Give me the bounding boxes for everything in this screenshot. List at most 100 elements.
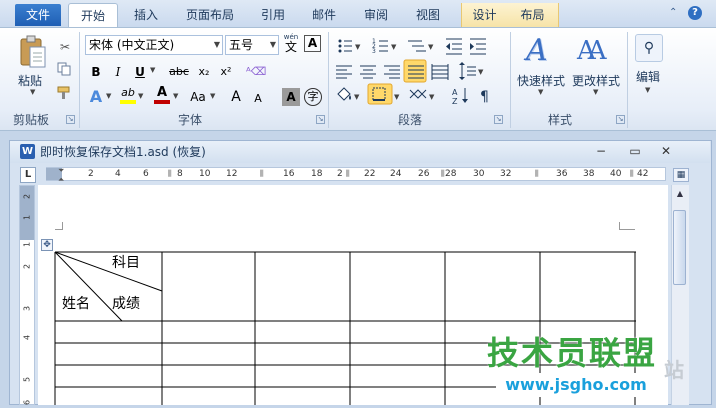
tab-mailings[interactable]: 邮件 <box>306 3 342 28</box>
column-marker-icon[interactable]: ⫼ <box>168 169 172 179</box>
column-marker-icon[interactable]: ⫼ <box>630 169 634 179</box>
paste-button[interactable]: 粘贴 <box>18 72 42 89</box>
shading-icon[interactable]: ▼ <box>337 87 360 101</box>
change-styles-button[interactable]: 更改样式 <box>572 72 620 89</box>
column-marker-icon[interactable]: ⫼ <box>441 169 445 179</box>
editing-dropdown-icon[interactable]: ▼ <box>645 86 650 94</box>
view-ruler-icon[interactable]: ▦ <box>673 168 689 182</box>
enclose-character-button[interactable]: 字 <box>304 88 322 106</box>
font-color-button[interactable]: A <box>152 86 172 106</box>
underline-button[interactable]: U <box>130 62 150 82</box>
column-marker-icon[interactable]: ⫼ <box>346 169 350 179</box>
text-highlight-color-button[interactable]: ab <box>118 86 138 106</box>
paste-icon[interactable] <box>18 35 48 71</box>
ruler-number: 38 <box>583 169 595 179</box>
font-dialog-launcher-icon[interactable]: ↘ <box>316 115 325 124</box>
tab-insert[interactable]: 插入 <box>128 3 164 28</box>
quick-styles-button[interactable]: 快速样式 <box>517 72 565 89</box>
increase-indent-icon[interactable] <box>470 38 486 55</box>
enclose-characters-icon[interactable]: A <box>304 35 321 52</box>
clipboard-dialog-launcher-icon[interactable]: ↘ <box>66 115 75 124</box>
show-hide-marks-icon[interactable]: ¶ <box>480 89 489 105</box>
quick-styles-dropdown-icon[interactable]: ▼ <box>538 88 543 96</box>
change-case-dropdown-icon[interactable]: ▼ <box>210 92 215 100</box>
shrink-font-button[interactable]: A <box>248 89 268 109</box>
table-move-handle-icon[interactable]: ✥ <box>41 239 53 251</box>
column-marker-icon[interactable]: ⫼ <box>535 169 539 179</box>
distributed-icon[interactable] <box>431 64 449 80</box>
phonetic-guide-icon[interactable]: wén 文 <box>281 33 301 55</box>
cut-icon[interactable]: ✂ <box>55 37 75 57</box>
tab-page-layout[interactable]: 页面布局 <box>180 3 240 28</box>
column-marker-icon[interactable]: ⫼ <box>260 169 264 179</box>
tab-layout[interactable]: 布局 <box>507 3 559 28</box>
copy-icon[interactable] <box>57 62 71 76</box>
bold-button[interactable]: B <box>86 62 106 82</box>
help-icon[interactable]: ? <box>688 6 702 20</box>
align-right-icon[interactable] <box>384 65 400 79</box>
chinese-layout-icon[interactable]: ▼ <box>409 89 435 101</box>
styles-dialog-launcher-icon[interactable]: ↘ <box>616 115 625 124</box>
restore-icon[interactable]: ▭ <box>625 143 645 159</box>
group-divider <box>627 32 628 128</box>
borders-dropdown-icon[interactable]: ▼ <box>394 93 400 101</box>
align-left-icon[interactable] <box>336 65 352 79</box>
minimize-icon[interactable]: − <box>591 143 611 159</box>
subscript-button[interactable]: x₂ <box>194 62 214 82</box>
font-color-dropdown-icon[interactable]: ▼ <box>173 92 178 100</box>
font-family-select[interactable]: 宋体 (中文正文) ▼ <box>85 35 223 55</box>
tab-references[interactable]: 引用 <box>255 3 291 28</box>
change-case-button[interactable]: Aa <box>186 87 210 107</box>
change-styles-icon[interactable]: AA <box>577 34 613 68</box>
sort-icon[interactable]: AZ <box>452 88 468 106</box>
ruler-number: 36 <box>556 169 568 179</box>
binoculars-icon[interactable]: ⚲ <box>635 34 663 62</box>
ruler-number: 6 <box>143 169 149 179</box>
line-spacing-icon[interactable]: ▼ <box>459 62 484 80</box>
font-size-select[interactable]: 五号 ▼ <box>225 35 279 55</box>
svg-text:▼: ▼ <box>355 43 361 51</box>
text-effects-button[interactable]: A <box>86 87 106 107</box>
tab-review[interactable]: 审阅 <box>358 3 394 28</box>
ruler-number: 12 <box>226 169 238 179</box>
tab-selector[interactable]: L <box>20 167 36 183</box>
format-painter-icon[interactable] <box>56 86 72 100</box>
scrollbar-thumb[interactable] <box>673 210 686 285</box>
tab-design[interactable]: 设计 <box>461 3 507 28</box>
numbering-icon[interactable]: 123▼ <box>372 38 397 55</box>
tab-view[interactable]: 视图 <box>410 3 446 28</box>
phonetic-char: 文 <box>284 40 297 54</box>
scroll-up-icon[interactable]: ▲ <box>672 186 688 202</box>
tab-file[interactable]: 文件 <box>15 4 61 26</box>
character-shading-button[interactable]: A <box>282 88 300 106</box>
paste-dropdown-arrow-icon[interactable]: ▼ <box>30 88 35 96</box>
grow-font-button[interactable]: A <box>226 87 246 107</box>
watermark-url: www.jsgho.com <box>496 373 656 397</box>
highlight-dropdown-icon[interactable]: ▼ <box>138 92 143 100</box>
align-center-icon[interactable] <box>360 65 376 79</box>
font-color-glyph: A <box>156 85 168 100</box>
left-indent-marker-icon[interactable]: ⏶ <box>58 175 64 185</box>
paragraph-dialog-launcher-icon[interactable]: ↘ <box>494 115 503 124</box>
multilevel-list-icon[interactable]: ▼ <box>408 40 434 52</box>
change-styles-dropdown-icon[interactable]: ▼ <box>593 88 598 96</box>
superscript-button[interactable]: x² <box>216 62 236 82</box>
horizontal-ruler[interactable] <box>46 167 666 181</box>
italic-button[interactable]: I <box>108 62 128 82</box>
clear-formatting-icon[interactable]: ᴬ⌫ <box>246 62 266 82</box>
highlight-glyph: ab <box>121 86 135 99</box>
text-effects-dropdown-icon[interactable]: ▼ <box>106 92 111 100</box>
minimize-ribbon-icon[interactable]: ⌃ <box>669 7 677 18</box>
svg-text:¶: ¶ <box>480 89 489 105</box>
close-icon[interactable]: ✕ <box>656 143 676 159</box>
vertical-ruler-number: 4 <box>22 334 32 341</box>
justify-button-active[interactable] <box>403 59 427 83</box>
decrease-indent-icon[interactable] <box>446 38 462 55</box>
font-family-value: 宋体 (中文正文) <box>89 38 175 52</box>
quick-styles-icon[interactable]: A <box>526 34 556 68</box>
tab-home[interactable]: 开始 <box>68 3 118 28</box>
editing-button[interactable]: 编辑 <box>636 68 660 85</box>
strikethrough-button[interactable]: abc <box>166 62 192 82</box>
bullets-icon[interactable]: ▼ <box>338 39 362 53</box>
underline-dropdown-icon[interactable]: ▼ <box>150 66 155 74</box>
